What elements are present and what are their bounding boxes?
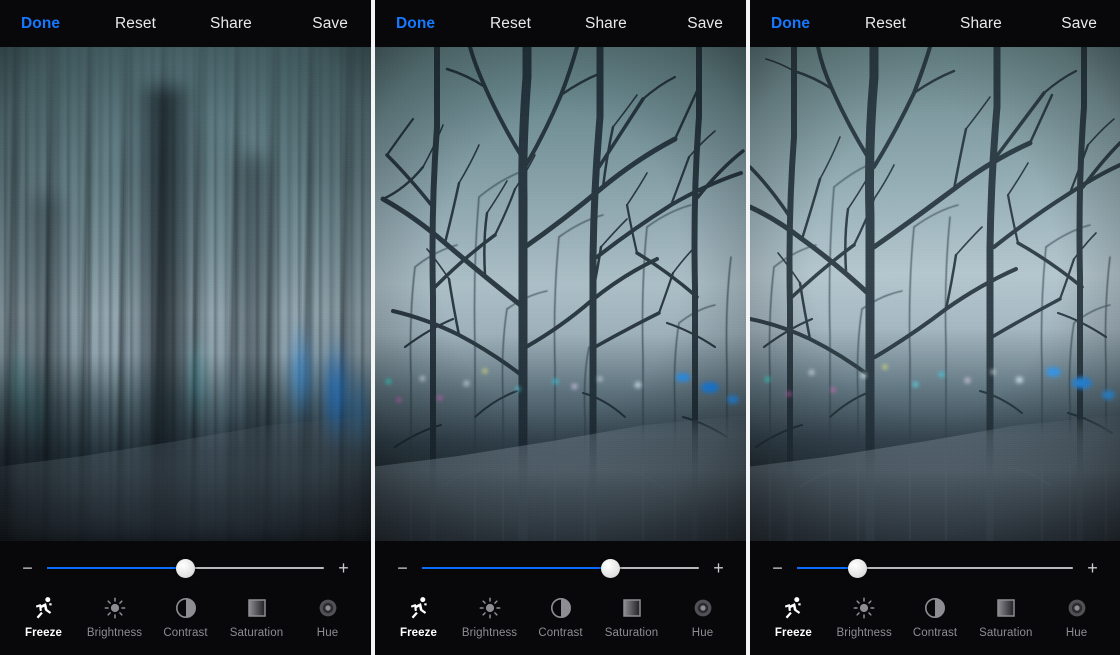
decrease-button[interactable]: − [22,559,33,577]
share-button[interactable]: Share [585,15,627,33]
tool-label: Hue [691,627,714,639]
adjust-slider[interactable] [422,558,699,578]
gradient-square-icon [246,595,268,620]
increase-button[interactable]: + [1087,559,1098,577]
tool-bar: Freeze Brightness Contrast Saturation Hu… [0,583,371,639]
running-person-icon [33,595,55,620]
photo-canvas[interactable] [375,47,746,541]
tool-hue[interactable]: Hue [1041,595,1112,639]
adjust-slider[interactable] [797,558,1073,578]
increase-button[interactable]: + [713,559,724,577]
tool-bar: Freeze Brightness Contrast Saturation Hu… [375,583,746,639]
adjust-slider-row: − + [375,553,746,583]
tool-hue[interactable]: Hue [292,595,363,639]
increase-button[interactable]: + [338,559,349,577]
photo-grain [375,47,746,541]
slider-thumb[interactable] [176,558,195,578]
radial-circle-icon [692,595,714,620]
adjust-slider-row: − + [0,553,371,583]
running-person-icon [408,595,430,620]
running-person-icon [782,595,804,620]
tool-label: Brightness [461,627,518,639]
bottom-controls: − + Freeze Brightness Contrast Saturatio… [0,541,371,655]
half-filled-circle-icon [924,595,946,620]
reset-button[interactable]: Reset [865,15,906,33]
share-button[interactable]: Share [960,15,1002,33]
tool-label: Brightness [86,627,143,639]
slider-fill [422,566,611,570]
tool-contrast[interactable]: Contrast [525,595,596,639]
sun-icon [104,595,126,620]
slider-thumb[interactable] [600,558,620,578]
tool-label: Freeze [399,627,438,639]
adjust-slider[interactable] [47,558,324,578]
tool-label: Brightness [836,627,892,639]
reset-button[interactable]: Reset [115,15,156,33]
half-filled-circle-icon [175,595,197,620]
radial-circle-icon [1066,595,1088,620]
radial-circle-icon [317,595,339,620]
photo-grain [0,47,371,541]
done-button[interactable]: Done [771,15,810,33]
bottom-controls: − + Freeze Brightness Contrast Saturatio… [750,541,1120,655]
top-toolbar: Done Reset Share Save [375,0,746,47]
tool-label: Freeze [24,627,63,639]
save-button[interactable]: Save [1061,15,1097,33]
sun-icon [479,595,501,620]
reset-button[interactable]: Reset [490,15,531,33]
photo-canvas[interactable] [0,47,371,541]
tool-contrast[interactable]: Contrast [900,595,971,639]
photo-grain [750,47,1120,541]
half-filled-circle-icon [550,595,572,620]
editor-panel-2: Done Reset Share Save − + Freeze Brightn… [375,0,746,655]
save-button[interactable]: Save [687,15,723,33]
slider-thumb[interactable] [848,558,868,578]
photo-canvas[interactable] [750,47,1120,541]
share-button[interactable]: Share [210,15,252,33]
tool-saturation[interactable]: Saturation [596,595,667,639]
tool-label: Saturation [229,627,284,639]
top-toolbar: Done Reset Share Save [750,0,1120,47]
tool-bar: Freeze Brightness Contrast Saturation Hu… [750,583,1120,639]
adjust-slider-row: − + [750,553,1120,583]
tool-brightness[interactable]: Brightness [454,595,525,639]
sun-icon [853,595,875,620]
tool-brightness[interactable]: Brightness [79,595,150,639]
tool-hue[interactable]: Hue [667,595,738,639]
tool-freeze[interactable]: Freeze [383,595,454,639]
tool-label: Saturation [979,627,1033,639]
tool-freeze[interactable]: Freeze [8,595,79,639]
tool-saturation[interactable]: Saturation [970,595,1041,639]
tool-label: Hue [316,627,339,639]
tool-label: Hue [1065,627,1088,639]
gradient-square-icon [621,595,643,620]
bottom-controls: − + Freeze Brightness Contrast Saturatio… [375,541,746,655]
gradient-square-icon [995,595,1017,620]
tool-freeze[interactable]: Freeze [758,595,829,639]
done-button[interactable]: Done [21,15,60,33]
tool-contrast[interactable]: Contrast [150,595,221,639]
tool-brightness[interactable]: Brightness [829,595,900,639]
editor-panel-3: Done Reset Share Save − + Freeze Brightn… [750,0,1120,655]
tool-label: Contrast [163,627,208,639]
decrease-button[interactable]: − [397,559,408,577]
tool-label: Contrast [538,627,583,639]
editor-comparison-strip: Done Reset Share Save − + Freeze Brightn… [0,0,1120,655]
tool-label: Contrast [912,627,958,639]
decrease-button[interactable]: − [772,559,783,577]
tool-label: Saturation [604,627,659,639]
done-button[interactable]: Done [396,15,435,33]
tool-label: Freeze [774,627,812,639]
slider-fill [47,566,186,570]
tool-saturation[interactable]: Saturation [221,595,292,639]
editor-panel-1: Done Reset Share Save − + Freeze Brightn… [0,0,371,655]
save-button[interactable]: Save [312,15,348,33]
top-toolbar: Done Reset Share Save [0,0,371,47]
